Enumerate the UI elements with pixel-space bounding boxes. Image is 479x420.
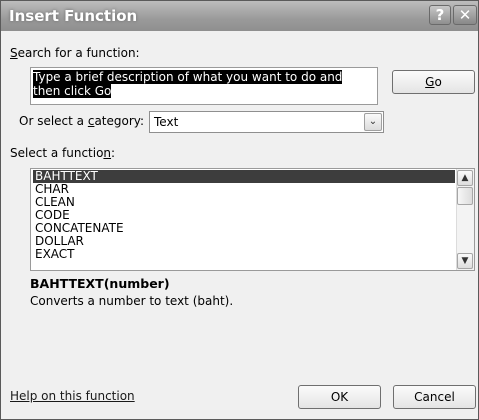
close-button[interactable]: ✕: [453, 5, 477, 25]
list-item[interactable]: CHAR: [33, 183, 455, 196]
list-item[interactable]: BAHTTEXT: [33, 170, 455, 183]
go-button[interactable]: Go: [392, 70, 475, 94]
chevron-down-icon: ⌄: [368, 116, 378, 127]
search-label: Search for a function:: [10, 46, 140, 60]
list-item[interactable]: DOLLAR: [33, 235, 455, 248]
vertical-scrollbar[interactable]: ▲ ▼: [456, 169, 474, 270]
chevron-down-icon: ▼: [461, 256, 469, 266]
close-icon: ✕: [458, 6, 472, 24]
ok-button[interactable]: OK: [298, 385, 381, 409]
category-select[interactable]: Text ⌄: [149, 111, 384, 133]
search-input[interactable]: Type a brief description of what you wan…: [30, 67, 378, 105]
scroll-down-button[interactable]: ▼: [457, 253, 473, 269]
help-button[interactable]: ?: [429, 5, 451, 25]
chevron-up-icon: ▲: [461, 173, 469, 183]
category-label: Or select a category:: [19, 114, 145, 128]
search-query-text: Type a brief description of what you wan…: [33, 70, 343, 98]
function-list[interactable]: BAHTTEXT CHAR CLEAN CODE CONCATENATE DOL…: [30, 168, 475, 271]
scroll-thumb[interactable]: [457, 187, 473, 205]
function-description: Converts a number to text (baht).: [30, 294, 234, 308]
insert-function-dialog: Insert Function ? ✕ Search for a functio…: [0, 0, 479, 420]
list-item[interactable]: EXACT: [33, 248, 455, 261]
function-signature: BAHTTEXT(number): [30, 276, 170, 291]
title-bar[interactable]: Insert Function ? ✕: [1, 1, 478, 31]
help-icon: ?: [435, 6, 445, 24]
category-value: Text: [154, 115, 179, 129]
scroll-up-button[interactable]: ▲: [457, 170, 473, 186]
window-title: Insert Function: [9, 7, 138, 25]
list-item[interactable]: CONCATENATE: [33, 222, 455, 235]
cancel-button[interactable]: Cancel: [393, 385, 476, 409]
dropdown-button[interactable]: ⌄: [364, 113, 382, 131]
help-on-function-link[interactable]: Help on this function: [10, 389, 135, 403]
function-list-label: Select a function:: [10, 146, 116, 160]
list-item[interactable]: CLEAN: [33, 196, 455, 209]
